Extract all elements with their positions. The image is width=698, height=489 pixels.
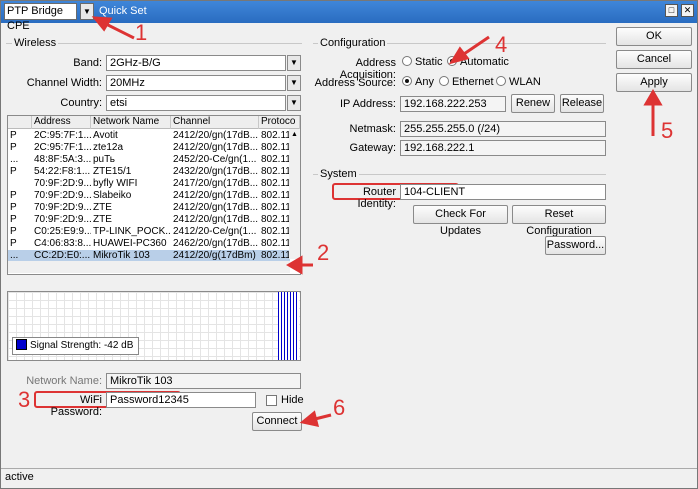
arrow-6-head-icon [299, 410, 320, 427]
annotation-number-1: 1 [135, 20, 148, 45]
annotation-number-3: 3 [18, 387, 31, 412]
annotation-arrows [91, 16, 663, 427]
annotation-number-4: 4 [495, 32, 508, 57]
arrow-5-head-icon [643, 89, 663, 106]
arrow-4-head-icon [448, 46, 470, 65]
annotation-number-6: 6 [333, 395, 346, 420]
annotation-number-5: 5 [661, 118, 674, 143]
annotation-number-2: 2 [317, 240, 330, 265]
arrow-2-head-icon [286, 255, 303, 275]
arrow-1-head-icon [91, 16, 113, 32]
